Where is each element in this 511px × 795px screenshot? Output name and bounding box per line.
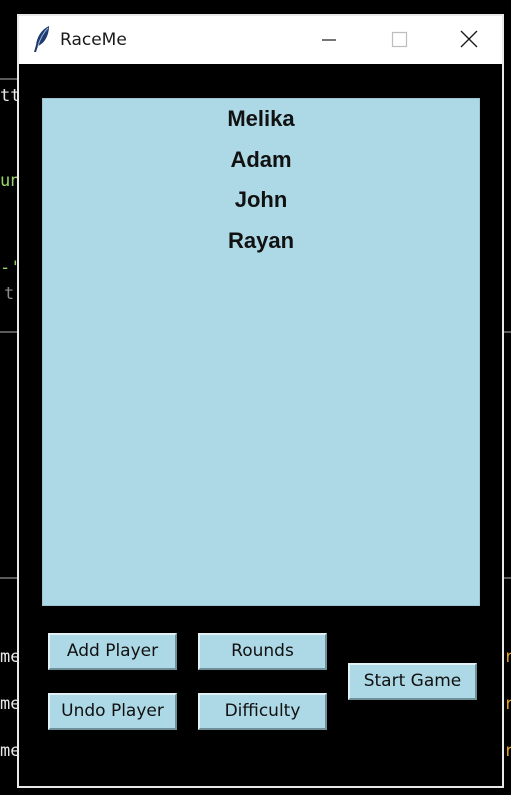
window-title: RaceMe <box>60 30 127 50</box>
maximize-icon <box>391 31 408 48</box>
editor-fragment: r <box>504 694 511 714</box>
editor-divider <box>0 331 17 333</box>
start-game-button[interactable]: Start Game <box>348 663 477 700</box>
editor-fragment: r <box>504 741 511 761</box>
feather-icon <box>31 25 53 53</box>
player-list-item[interactable]: John <box>43 186 479 227</box>
close-icon <box>460 30 478 48</box>
player-listbox[interactable]: Melika Adam John Rayan <box>42 98 480 606</box>
minimize-icon <box>322 39 336 41</box>
editor-divider <box>0 78 17 80</box>
rounds-button[interactable]: Rounds <box>198 633 327 670</box>
maximize-button[interactable] <box>364 16 434 64</box>
window-client-area: Melika Adam John Rayan Add Player Undo P… <box>19 64 502 786</box>
desktop: tt un -' t. me me me r r r RaceMe Melika… <box>0 0 511 795</box>
add-player-button[interactable]: Add Player <box>48 633 177 670</box>
close-button[interactable] <box>434 16 504 64</box>
editor-divider <box>504 331 511 333</box>
player-list-item[interactable]: Adam <box>43 146 479 187</box>
editor-fragment: r <box>504 647 511 667</box>
minimize-button[interactable] <box>294 16 364 64</box>
editor-divider <box>504 577 511 579</box>
undo-player-button[interactable]: Undo Player <box>48 693 177 730</box>
difficulty-button[interactable]: Difficulty <box>198 693 327 730</box>
app-window: RaceMe Melika Adam John Rayan Add Player… <box>17 14 504 788</box>
title-bar[interactable]: RaceMe <box>19 16 502 64</box>
player-list-item[interactable]: Melika <box>43 105 479 146</box>
player-list-item[interactable]: Rayan <box>43 227 479 268</box>
editor-divider <box>0 577 17 579</box>
